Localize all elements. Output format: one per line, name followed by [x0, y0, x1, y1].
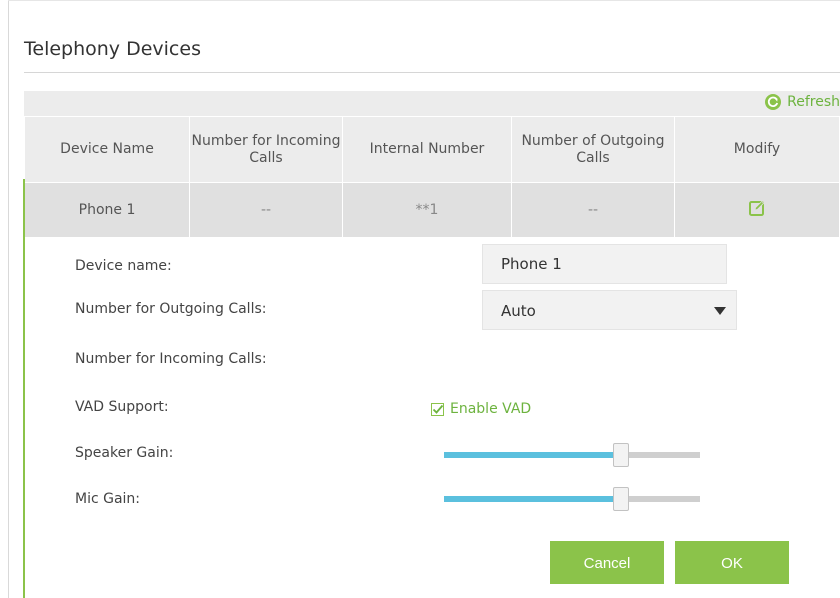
table-header-row: Device Name Number for Incoming Calls In…: [24, 116, 840, 183]
editor-panel-indicator: [23, 231, 25, 598]
ok-button[interactable]: OK: [675, 541, 789, 584]
mic-gain-handle[interactable]: [612, 487, 629, 511]
vad-support-label: VAD Support:: [75, 399, 169, 415]
refresh-icon: [765, 94, 782, 110]
table-toolbar: Refresh: [24, 91, 840, 116]
column-header-outgoing[interactable]: Number of Outgoing Calls: [511, 116, 675, 183]
panel-top-border: [8, 0, 840, 1]
incoming-number-label: Number for Incoming Calls:: [75, 351, 267, 367]
dropdown-arrow-icon: [714, 307, 726, 315]
title-divider: [24, 72, 840, 73]
checkbox-icon: [431, 402, 444, 416]
panel-left-border: [8, 0, 9, 598]
outgoing-number-label: Number for Outgoing Calls:: [75, 301, 267, 317]
device-name-label: Device name:: [75, 258, 172, 274]
outgoing-number-select[interactable]: Auto: [482, 290, 737, 330]
mic-gain-fill: [444, 496, 621, 502]
table-row[interactable]: Phone 1 -- **1 --: [24, 182, 840, 238]
mic-gain-label: Mic Gain:: [75, 491, 141, 507]
device-name-field[interactable]: Phone 1: [482, 244, 727, 284]
cell-device-name: Phone 1: [24, 182, 190, 238]
outgoing-number-value: Auto: [501, 302, 536, 320]
edit-icon[interactable]: [748, 199, 766, 217]
column-header-modify: Modify: [674, 116, 840, 183]
cell-internal: **1: [342, 182, 512, 238]
refresh-button[interactable]: Refresh: [765, 94, 840, 110]
cancel-button[interactable]: Cancel: [550, 541, 664, 584]
devices-table: Device Name Number for Incoming Calls In…: [24, 116, 840, 238]
cell-incoming: --: [189, 182, 343, 238]
mic-gain-slider[interactable]: [444, 487, 700, 511]
speaker-gain-fill: [444, 452, 621, 458]
speaker-gain-label: Speaker Gain:: [75, 445, 174, 461]
selected-row-indicator: [23, 179, 25, 232]
page-title: Telephony Devices: [24, 38, 201, 60]
enable-vad-label: Enable VAD: [450, 401, 532, 417]
cell-modify: [674, 182, 840, 238]
enable-vad-checkbox[interactable]: Enable VAD: [431, 401, 531, 417]
speaker-gain-handle[interactable]: [612, 443, 629, 467]
column-header-internal[interactable]: Internal Number: [342, 116, 512, 183]
speaker-gain-slider[interactable]: [444, 443, 700, 467]
refresh-label: Refresh: [787, 94, 840, 110]
column-header-device-name[interactable]: Device Name: [24, 116, 190, 183]
cell-outgoing: --: [511, 182, 675, 238]
column-header-incoming[interactable]: Number for Incoming Calls: [189, 116, 343, 183]
